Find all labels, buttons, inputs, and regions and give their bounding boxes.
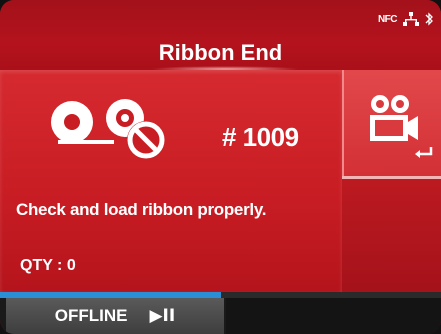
bluetooth-icon [425,12,433,26]
status-icons: NFC [378,12,433,26]
offline-button[interactable]: OFFLINE ▶II [6,298,224,334]
quantity-label: QTY : 0 [20,257,76,274]
enter-arrow-icon [415,147,433,158]
header-bar: NFC Ribbon End [0,0,441,74]
printer-screen: NFC Ribbon End # 1009 Check and load rib… [0,0,441,334]
network-icon [403,12,419,26]
play-pause-icon: ▶II [149,306,176,326]
nfc-icon: NFC [377,13,398,25]
ribbon-error-icon [51,99,165,159]
side-panel-lower [342,179,441,292]
offline-label: OFFLINE [54,306,128,325]
error-panel: # 1009 Check and load ribbon properly. Q… [0,70,342,292]
video-camera-icon [370,95,418,141]
error-message: Check and load ribbon properly. [16,200,267,219]
page-title: Ribbon End [158,40,283,65]
error-code: # 1009 [222,122,299,152]
footer-right-area [226,298,441,334]
video-help-button[interactable] [342,70,441,178]
